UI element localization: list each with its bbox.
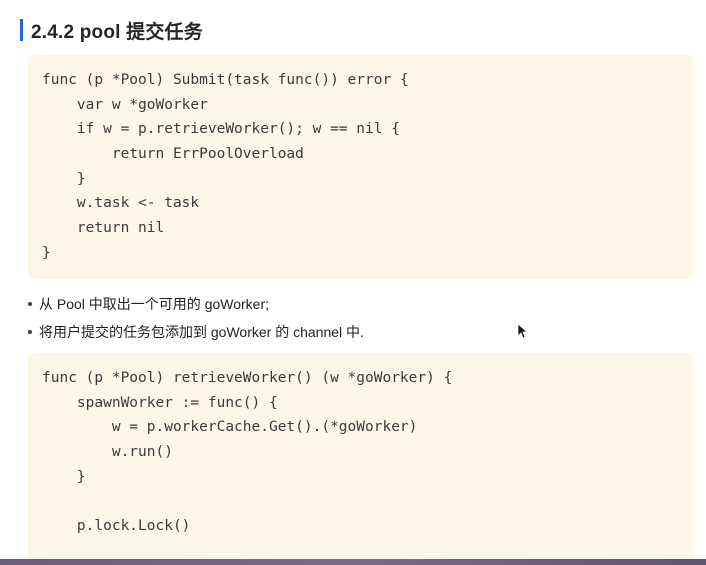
section-title: 2.4.2 pool 提交任务 xyxy=(31,21,203,43)
code-line: if w = p.retrieveWorker(); w == nil { xyxy=(42,121,400,138)
bullet-item: 将用户提交的任务包添加到 goWorker 的 channel 中. xyxy=(28,322,364,342)
code-line: w.task <- task xyxy=(42,195,200,212)
code-line: func (p *Pool) Submit(task func()) error… xyxy=(42,72,409,88)
code-line: } xyxy=(42,170,86,187)
heading-accent-bar xyxy=(20,19,23,41)
code-line: } xyxy=(42,468,86,485)
code-line: w.run() xyxy=(42,444,173,461)
code-line: return nil xyxy=(42,220,165,237)
mouse-pointer-icon xyxy=(517,323,527,339)
bullet-item: 从 Pool 中取出一个可用的 goWorker; xyxy=(28,294,269,314)
section-heading: 2.4.2 pool 提交任务 xyxy=(20,18,203,43)
code-line: p.lock.Lock() xyxy=(42,518,191,535)
code-line: return ErrPoolOverload xyxy=(42,146,304,163)
bullet-dot-icon xyxy=(28,330,32,334)
code-line: var w *goWorker xyxy=(42,96,208,113)
bullet-text: 从 Pool 中取出一个可用的 goWorker; xyxy=(39,296,270,312)
window-bottom-bar xyxy=(0,559,706,565)
code-line: func (p *Pool) retrieveWorker() (w *goWo… xyxy=(42,370,453,386)
bullet-text: 将用户提交的任务包添加到 goWorker 的 channel 中. xyxy=(39,324,364,340)
code-line: spawnWorker := func() { xyxy=(42,394,278,411)
code-line: } xyxy=(42,244,51,261)
code-block-retrieve-worker: func (p *Pool) retrieveWorker() (w *goWo… xyxy=(28,353,693,565)
bullet-dot-icon xyxy=(28,302,32,306)
code-line: w = p.workerCache.Get().(*goWorker) xyxy=(42,419,418,436)
code-block-submit: func (p *Pool) Submit(task func()) error… xyxy=(28,55,693,279)
